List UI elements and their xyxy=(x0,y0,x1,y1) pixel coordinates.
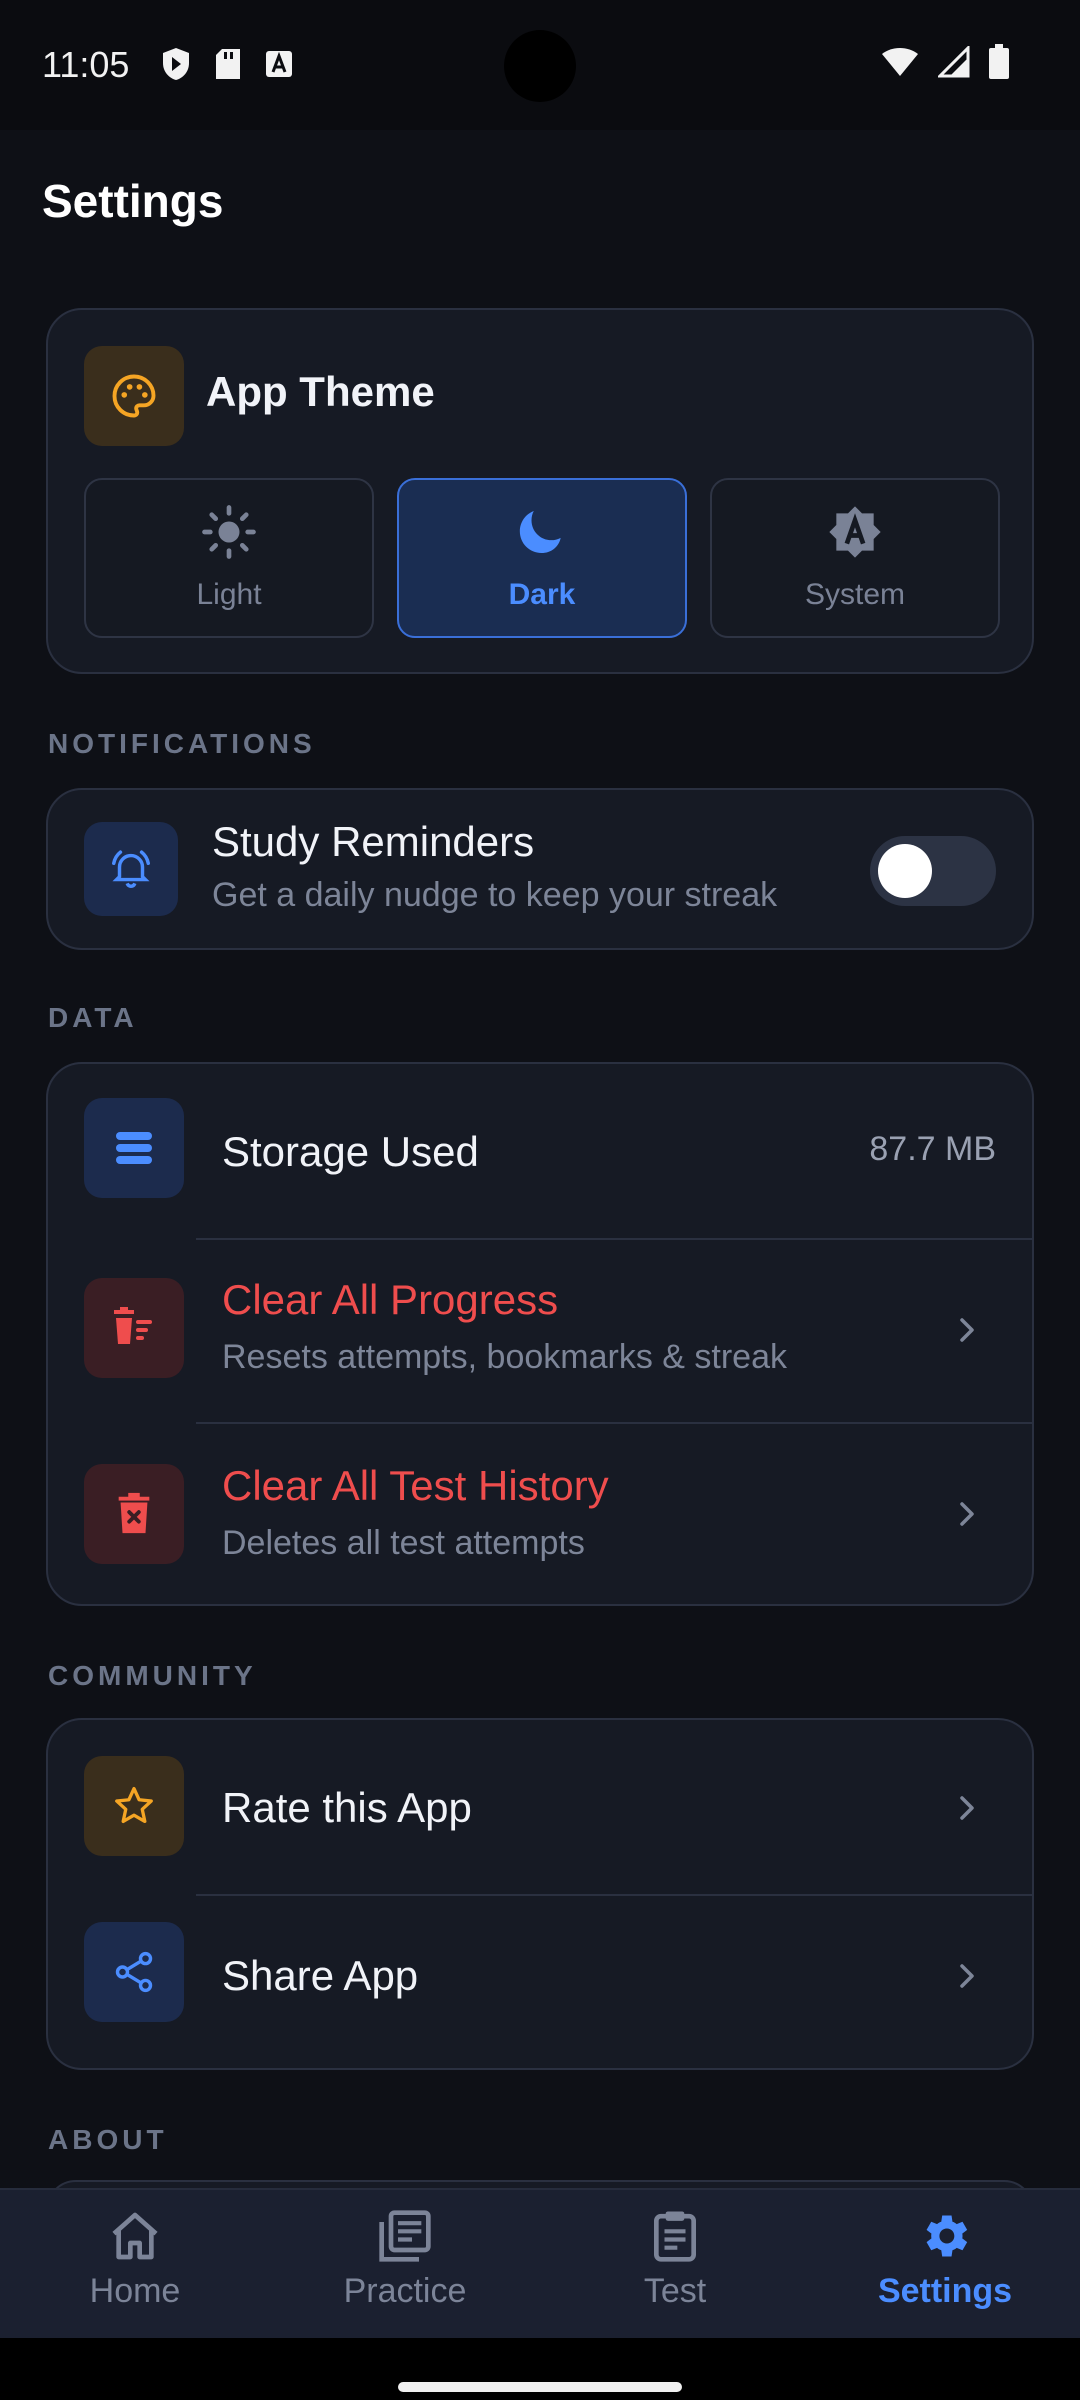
battery-icon xyxy=(989,44,1009,79)
reminder-icon-box xyxy=(84,822,178,916)
theme-option-system[interactable]: System xyxy=(710,478,1000,638)
share-icon-box xyxy=(84,1922,184,2022)
auto-theme-icon xyxy=(829,506,881,558)
section-label-notifications: NOTIFICATIONS xyxy=(48,728,316,759)
trash-x-icon xyxy=(118,1492,150,1534)
nav-settings[interactable]: Settings xyxy=(810,2208,1080,2311)
gear-icon xyxy=(926,2215,968,2257)
theme-icon-box xyxy=(84,346,184,446)
home-gesture-bar[interactable] xyxy=(398,2382,682,2392)
clipboard-icon xyxy=(654,2211,696,2262)
study-reminders-subtitle: Get a daily nudge to keep your streak xyxy=(212,876,778,914)
theme-option-dark[interactable]: Dark xyxy=(397,478,687,638)
section-label-about: ABOUT xyxy=(48,2124,168,2155)
practice-icon xyxy=(379,2210,431,2262)
palette-icon xyxy=(112,374,156,418)
star-icon xyxy=(115,1786,153,1824)
rate-app-row[interactable]: Rate this App xyxy=(48,1720,1032,1896)
storage-value: 87.7 MB xyxy=(869,1130,996,1168)
sun-icon xyxy=(202,505,256,559)
theme-option-label: Light xyxy=(196,578,262,611)
community-card: Rate this App Share App xyxy=(46,1718,1034,2070)
clear-history-icon-box xyxy=(84,1464,184,1564)
clear-progress-row[interactable]: Clear All Progress Resets attempts, book… xyxy=(48,1240,1032,1424)
theme-option-label: Dark xyxy=(508,578,576,611)
storage-icon-box xyxy=(84,1098,184,1198)
chevron-right-icon xyxy=(960,1964,974,1988)
bell-ringing-icon xyxy=(112,850,150,888)
nav-test[interactable]: Test xyxy=(540,2208,810,2311)
status-bar: 11:05 xyxy=(0,0,1080,130)
shield-icon xyxy=(163,48,189,80)
theme-option-light[interactable]: Light xyxy=(84,478,374,638)
camera-cutout xyxy=(504,30,576,102)
section-label-data: DATA xyxy=(48,1002,138,1033)
notifications-card: Study Reminders Get a daily nudge to kee… xyxy=(46,788,1034,950)
wifi-icon xyxy=(882,48,918,76)
sd-card-icon xyxy=(216,49,240,79)
bottom-navigation: Home Practice Test Settings xyxy=(0,2188,1080,2338)
nav-settings-label: Settings xyxy=(877,2272,1013,2310)
font-a-icon xyxy=(266,51,292,77)
clear-history-title: Clear All Test History xyxy=(222,1462,609,1509)
page-title: Settings xyxy=(42,175,224,227)
share-app-row[interactable]: Share App xyxy=(48,1896,1032,2072)
status-notification-icons xyxy=(160,46,294,82)
chevron-right-icon xyxy=(960,1318,974,1342)
nav-home[interactable]: Home xyxy=(0,2208,270,2311)
clear-progress-subtitle: Resets attempts, bookmarks & streak xyxy=(222,1338,787,1376)
section-label-community: COMMUNITY xyxy=(48,1660,257,1691)
data-card: Storage Used 87.7 MB Clear All Progress … xyxy=(46,1062,1034,1606)
storage-label: Storage Used xyxy=(222,1128,479,1175)
nav-practice-label: Practice xyxy=(343,2272,467,2310)
rate-icon-box xyxy=(84,1756,184,1856)
nav-practice[interactable]: Practice xyxy=(270,2208,540,2311)
nav-home-label: Home xyxy=(89,2272,181,2310)
chevron-right-icon xyxy=(960,1502,974,1526)
home-icon xyxy=(112,2212,158,2260)
clear-progress-title: Clear All Progress xyxy=(222,1276,559,1323)
delete-sweep-icon xyxy=(114,1307,152,1344)
app-theme-card: App Theme Light Dark System xyxy=(46,308,1034,674)
study-reminders-toggle[interactable] xyxy=(870,836,996,906)
storage-row: Storage Used 87.7 MB xyxy=(48,1064,1032,1238)
clear-history-row[interactable]: Clear All Test History Deletes all test … xyxy=(48,1424,1032,1608)
status-system-icons xyxy=(880,44,1010,80)
theme-title: App Theme xyxy=(206,368,435,415)
chevron-right-icon xyxy=(960,1796,974,1820)
clear-progress-icon-box xyxy=(84,1278,184,1378)
rate-app-label: Rate this App xyxy=(222,1784,472,1831)
study-reminders-title: Study Reminders xyxy=(212,818,535,865)
storage-icon xyxy=(116,1132,152,1164)
theme-option-label: System xyxy=(804,578,906,611)
moon-icon xyxy=(519,511,561,553)
toggle-knob xyxy=(878,844,932,898)
clear-history-subtitle: Deletes all test attempts xyxy=(222,1524,585,1562)
nav-test-label: Test xyxy=(643,2272,707,2310)
share-icon xyxy=(115,1951,153,1993)
signal-icon xyxy=(938,46,970,78)
status-time: 11:05 xyxy=(42,44,130,85)
share-app-label: Share App xyxy=(222,1952,419,1999)
